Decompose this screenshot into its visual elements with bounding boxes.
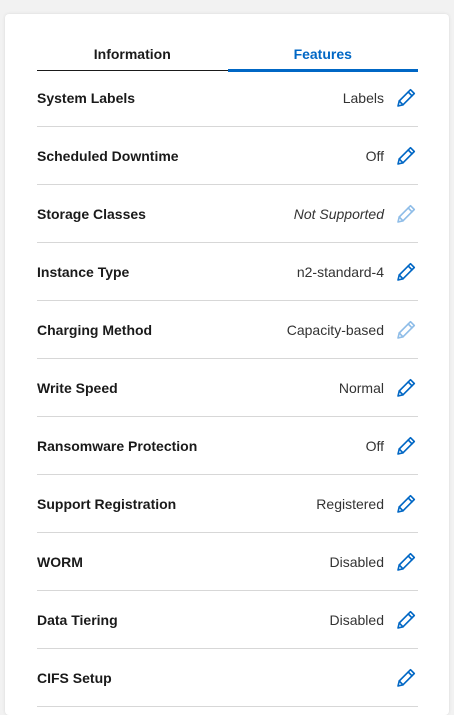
feature-value: n2-standard-4 [296,263,384,280]
feature-label: Scheduled Downtime [37,147,179,164]
pencil-icon [394,318,418,342]
feature-value-group: Disabled [330,550,418,574]
feature-label: Instance Type [37,263,130,280]
feature-row-data-tiering: Data Tiering Disabled [37,591,418,649]
feature-value: Capacity-based [286,321,384,338]
feature-value: Registered [316,495,384,512]
tab-information[interactable]: Information [37,42,228,71]
pencil-icon [394,202,418,226]
feature-value: Off [365,437,384,454]
feature-row-charging-method: Charging Method Capacity-based [37,301,418,359]
feature-label: WORM [37,553,83,570]
feature-value-group: Disabled [330,608,418,632]
features-panel: Information Features System Labels Labels… [5,14,449,715]
feature-label: CIFS Setup [37,669,112,686]
feature-value-group: Off [366,144,418,168]
feature-value: Labels [342,89,384,106]
feature-row-system-labels: System Labels Labels [37,69,418,127]
features-list: System Labels Labels Scheduled Downtime Off… [37,69,418,707]
feature-value-group: Registered [316,492,418,516]
pencil-icon[interactable] [394,608,418,632]
feature-value: Not Supported [293,205,384,222]
feature-value: Disabled [329,553,384,570]
feature-label: Support Registration [37,495,177,512]
feature-row-ransomware-protection: Ransomware Protection Off [37,417,418,475]
feature-label: System Labels [37,89,136,106]
feature-row-cifs-setup: CIFS Setup [37,649,418,707]
feature-row-worm: WORM Disabled [37,533,418,591]
feature-label: Charging Method [37,321,153,338]
pencil-icon[interactable] [394,434,418,458]
pencil-icon[interactable] [394,144,418,168]
feature-label: Data Tiering [37,611,118,628]
tab-bar: Information Features [37,42,419,72]
feature-value-group: Capacity-based [287,318,418,342]
feature-label: Write Speed [37,379,118,396]
feature-value: Disabled [329,611,384,628]
feature-value-group: Labels [343,86,418,110]
pencil-icon[interactable] [394,492,418,516]
pencil-icon[interactable] [394,550,418,574]
feature-row-write-speed: Write Speed Normal [37,359,418,417]
feature-value: Normal [338,379,384,396]
feature-value-group: n2-standard-4 [297,260,418,284]
feature-label: Ransomware Protection [37,437,198,454]
tab-features[interactable]: Features [227,42,419,72]
feature-label: Storage Classes [37,205,146,222]
feature-value-group: Normal [339,376,418,400]
pencil-icon[interactable] [394,260,418,284]
feature-row-scheduled-downtime: Scheduled Downtime Off [37,127,418,185]
feature-value-group [384,666,418,690]
pencil-icon[interactable] [394,86,418,110]
feature-row-support-registration: Support Registration Registered [37,475,418,533]
feature-row-instance-type: Instance Type n2-standard-4 [37,243,418,301]
feature-row-storage-classes: Storage Classes Not Supported [37,185,418,243]
feature-value: Off [365,147,384,164]
feature-value-group: Not Supported [294,202,418,226]
feature-value-group: Off [366,434,418,458]
pencil-icon[interactable] [394,666,418,690]
pencil-icon[interactable] [394,376,418,400]
